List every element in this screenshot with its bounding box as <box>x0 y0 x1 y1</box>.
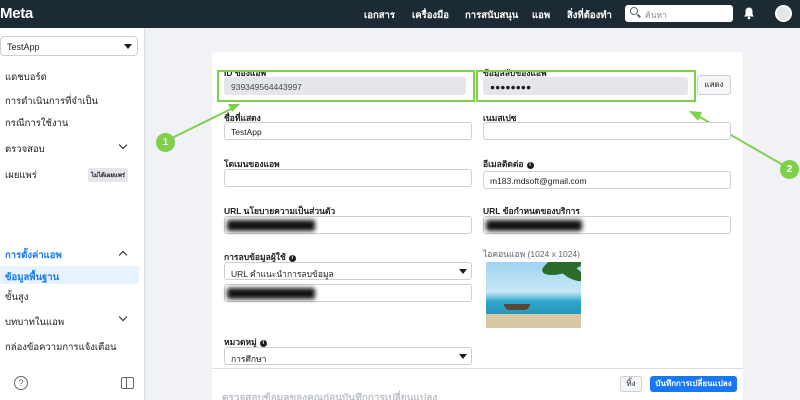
nav-tools[interactable]: เครื่องมือ <box>412 8 449 23</box>
redacted-text <box>486 220 582 231</box>
nav-support[interactable]: การสนับสนุน <box>465 8 518 23</box>
meta-logo[interactable]: Meta <box>0 5 33 22</box>
nav-todo[interactable]: สิ่งที่ต้องทำ <box>567 8 612 23</box>
sidebar-item-basic[interactable]: ข้อมูลพื้นฐาน <box>0 266 139 284</box>
annotation-marker-1: 1 <box>156 133 175 152</box>
show-secret-button[interactable]: แสดง <box>697 75 731 95</box>
contact-email-field[interactable]: m183.mdsoft@gmail.com <box>483 171 731 189</box>
display-name-value: TestApp <box>231 127 262 137</box>
chevron-down-icon[interactable] <box>118 140 128 150</box>
nav-apps[interactable]: แอพ <box>532 8 550 23</box>
chevron-down-icon[interactable] <box>118 312 128 322</box>
highlight-box-app-secret <box>476 70 696 102</box>
redacted-text <box>227 288 315 299</box>
info-icon[interactable]: i <box>288 255 296 262</box>
redacted-text <box>227 220 315 231</box>
boat <box>504 304 530 310</box>
search-input[interactable]: ค้นหา <box>625 5 733 22</box>
discard-button[interactable]: ทิ้ง <box>620 376 642 392</box>
app-selector[interactable]: TestApp <box>0 36 138 56</box>
save-changes-button[interactable]: บันทึกการเปลี่ยนแปลง <box>650 376 737 392</box>
bell-icon[interactable] <box>742 6 756 20</box>
sidebar-item-dashboard[interactable]: แดชบอร์ด <box>5 70 47 85</box>
app-domains-field[interactable] <box>224 169 472 187</box>
sidebar-item-basic-label: ข้อมูลพื้นฐาน <box>5 272 60 283</box>
sand <box>486 314 581 328</box>
sidebar-item-required-actions[interactable]: การดำเนินการที่จำเป็น <box>5 94 98 109</box>
app-icon-image[interactable] <box>486 262 581 328</box>
footer-text: ตรวจสอบข้อมูลของคุณก่อนบันทึกการเปลี่ยนแ… <box>222 393 438 400</box>
contact-email-label: อีเมลติดต่อ i <box>483 157 534 171</box>
sidebar-item-advanced[interactable]: ขั้นสูง <box>5 290 28 305</box>
namespace-field[interactable] <box>483 122 731 140</box>
top-navigation-bar: Meta เอกสาร เครื่องมือ การสนับสนุน แอพ ส… <box>0 0 800 28</box>
search-icon <box>630 7 638 15</box>
sidebar-item-app-settings[interactable]: การตั้งค่าแอพ <box>5 248 62 263</box>
data-deletion-url-field[interactable] <box>224 284 472 302</box>
nav-docs[interactable]: เอกสาร <box>364 8 395 23</box>
highlight-box-app-id <box>217 70 475 102</box>
contact-email-value: m183.mdsoft@gmail.com <box>490 176 587 186</box>
display-name-field[interactable]: TestApp <box>224 122 472 140</box>
info-icon[interactable]: i <box>259 340 267 347</box>
caret-down-icon <box>459 269 467 274</box>
avatar[interactable] <box>775 5 792 22</box>
data-deletion-select-value: URL คำแนะนำการลบข้อมูล <box>231 269 334 279</box>
caret-down-icon <box>124 44 132 49</box>
sidebar-item-app-roles[interactable]: บทบาทในแอพ <box>5 315 64 330</box>
tos-url-field[interactable] <box>483 216 731 234</box>
annotation-marker-2: 2 <box>780 160 799 179</box>
search-placeholder: ค้นหา <box>645 10 667 20</box>
data-deletion-select[interactable]: URL คำแนะนำการลบข้อมูล <box>224 262 472 280</box>
caret-down-icon <box>459 354 467 359</box>
sidebar-item-review[interactable]: ตรวจสอบ <box>5 142 45 157</box>
category-select-value: การศึกษา <box>231 354 267 364</box>
status-badge: ไม่ได้เผยแพร่ <box>88 168 129 182</box>
app-icon-label: ไอคอนแอพ (1024 x 1024) <box>483 249 580 259</box>
sidebar: TestApp แดชบอร์ด การดำเนินการที่จำเป็น ก… <box>0 28 145 400</box>
privacy-url-field[interactable] <box>224 216 472 234</box>
category-select[interactable]: การศึกษา <box>224 347 472 365</box>
app-selector-label: TestApp <box>7 42 40 52</box>
info-icon[interactable]: i <box>526 162 534 169</box>
sidebar-item-alerts-inbox[interactable]: กล่องข้อความการแจ้งเตือน <box>5 340 117 355</box>
chevron-up-icon[interactable] <box>118 250 128 260</box>
sidebar-item-publish[interactable]: เผยแพร่ <box>5 168 37 183</box>
collapse-sidebar-icon[interactable] <box>121 377 134 389</box>
help-icon[interactable]: ? <box>14 376 28 390</box>
sidebar-item-use-cases[interactable]: กรณีการใช้งาน <box>5 116 68 131</box>
